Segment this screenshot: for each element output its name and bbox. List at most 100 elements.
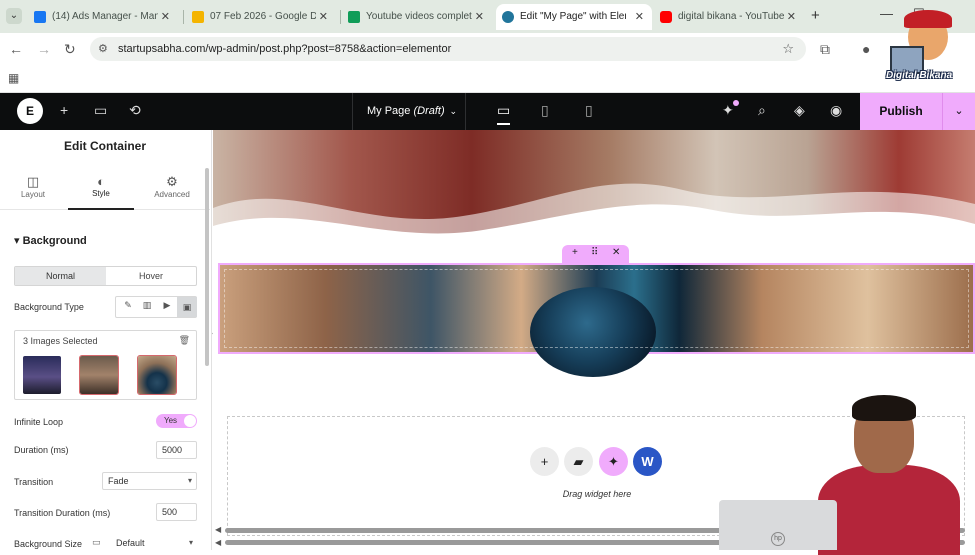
page-status: (Draft) (413, 105, 445, 117)
add-element-icon[interactable]: + (60, 102, 68, 118)
duration-label: Duration (ms) (14, 445, 69, 455)
address-bar-row: ← → ↻ ⚙ startupsabha.com/wp-admin/post.p… (0, 33, 975, 65)
url-field[interactable]: ⚙ startupsabha.com/wp-admin/post.php?pos… (90, 37, 806, 61)
chevron-down-icon: ▾ (188, 538, 193, 547)
close-tab-icon[interactable]: ✕ (787, 4, 796, 30)
new-tab-button[interactable]: + (811, 7, 820, 24)
close-tab-icon[interactable]: ✕ (319, 4, 328, 30)
responsive-desktop-icon[interactable]: ▭ (92, 537, 101, 548)
hero-background-image (213, 130, 975, 254)
wordpress-kit-icon[interactable]: W (633, 447, 662, 476)
tab-search-icon[interactable]: ⌄ (6, 8, 22, 24)
publish-options-chevron-icon[interactable]: ⌄ (942, 93, 975, 130)
browser-tab-youtube-sheet[interactable]: Youtube videos complete ✕ (342, 4, 492, 30)
page-settings-icon[interactable]: ▭ (94, 102, 107, 119)
transition-select[interactable]: Fade ▾ (102, 472, 197, 490)
mobile-view-icon[interactable]: ▯ (585, 102, 593, 119)
elementor-logo-icon[interactable]: E (17, 98, 43, 124)
delete-container-icon[interactable]: ✕ (612, 247, 620, 258)
gallery-count: 3 Images Selected (23, 336, 98, 346)
forward-icon[interactable]: → (37, 41, 51, 57)
notification-dot (733, 100, 739, 106)
history-icon[interactable]: ⟲ (129, 102, 141, 119)
background-section-toggle[interactable]: ▾ Background (14, 234, 87, 247)
close-tab-icon[interactable]: ✕ (475, 4, 484, 30)
toggle-knob (184, 415, 196, 427)
video-icon[interactable]: ▶ (157, 300, 177, 311)
browser-tab-google-drive[interactable]: 07 Feb 2026 - Google Dr ✕ (186, 4, 336, 30)
slideshow-gallery[interactable]: 3 Images Selected 🗑 (14, 330, 197, 400)
edit-container-panel: Edit Container ◫ Layout ◐ Style ⚙ Advanc… (0, 130, 212, 550)
chevron-down-icon: ▾ (187, 476, 192, 485)
logo-text: Digital Bikana (886, 70, 953, 81)
state-normal-button[interactable]: Normal (15, 267, 106, 285)
slideshow-icon[interactable]: ▣ (177, 297, 197, 317)
transition-duration-input[interactable]: 500 (156, 503, 197, 521)
browser-tab-bar: ⌄ (14) Ads Manager - Mana ✕ 07 Feb 2026 … (0, 0, 975, 33)
container-outline (224, 269, 969, 348)
add-section-button[interactable]: + (530, 447, 559, 476)
infinite-loop-toggle[interactable]: Yes (156, 414, 197, 428)
contrast-icon: ◐ (97, 174, 105, 189)
container-handle[interactable]: + ⠿ ✕ (562, 245, 629, 263)
browser-tab-elementor[interactable]: Edit "My Page" with Elem ✕ (496, 4, 652, 30)
notifications-icon[interactable]: ✦ (722, 102, 734, 119)
bookmark-star-icon[interactable]: ☆ (782, 41, 794, 57)
hp-logo-icon: hp (771, 532, 785, 546)
publish-button[interactable]: Publish (860, 93, 942, 130)
infinite-loop-label: Infinite Loop (14, 417, 64, 427)
ai-sparkle-icon[interactable]: ✦ (599, 447, 628, 476)
brush-icon[interactable]: ✎ (118, 300, 138, 311)
drag-handle-icon[interactable]: ⠿ (591, 247, 598, 258)
wordpress-icon (502, 11, 514, 23)
gradient-icon[interactable]: ▥ (137, 300, 157, 311)
background-state-switch: Normal Hover (14, 266, 197, 286)
page-name: My Page (367, 105, 411, 117)
background-size-select[interactable]: Default ▾ (111, 535, 197, 550)
state-hover-button[interactable]: Hover (106, 267, 196, 285)
tab-layout[interactable]: ◫ Layout (0, 168, 66, 210)
preview-eye-icon[interactable]: ◉ (830, 102, 842, 119)
site-info-icon[interactable]: ⚙ (98, 42, 108, 55)
desktop-view-icon[interactable]: ▭ (497, 102, 511, 125)
structure-layers-icon[interactable]: ◈ (794, 102, 805, 119)
tab-divider (183, 10, 184, 24)
elementor-top-bar: E + ▭ ⟲ My Page (Draft) ⌄ ▭ ▯ ▯ ✦ ⌕ ◈ ◉ … (0, 93, 975, 130)
close-tab-icon[interactable]: ✕ (161, 4, 170, 30)
logo-turban (904, 10, 952, 28)
presenter-hair (852, 395, 916, 421)
tablet-view-icon[interactable]: ▯ (541, 102, 549, 119)
panel-title: Edit Container (63, 139, 146, 153)
apps-grid-icon[interactable]: ▦ (8, 71, 19, 85)
add-template-folder-icon[interactable]: ▰ (564, 447, 593, 476)
tab-style[interactable]: ◐ Style (68, 168, 134, 210)
gallery-thumbnail[interactable] (137, 355, 177, 395)
background-type-selector: ✎ ▥ ▶ ▣ (115, 296, 197, 318)
presenter-shirt (818, 465, 960, 555)
tab-advanced[interactable]: ⚙ Advanced (139, 168, 205, 210)
meta-icon (34, 11, 46, 23)
background-type-label: Background Type (14, 302, 84, 312)
trash-icon[interactable]: 🗑 (179, 335, 190, 346)
selected-container-slideshow[interactable] (218, 263, 975, 377)
profile-avatar-icon[interactable]: ● (862, 41, 870, 57)
chevron-down-icon: ⌄ (449, 106, 457, 116)
browser-tab-ads-manager[interactable]: (14) Ads Manager - Mana ✕ (28, 4, 178, 30)
reload-icon[interactable]: ↻ (64, 41, 76, 58)
duration-input[interactable]: 5000 (156, 441, 197, 459)
scroll-left-icon[interactable]: ◀ (215, 525, 221, 534)
gallery-thumbnail[interactable] (79, 355, 119, 395)
close-tab-icon[interactable]: ✕ (635, 4, 644, 30)
background-size-label: Background Size (14, 539, 83, 549)
gallery-thumbnail[interactable] (23, 356, 61, 394)
extensions-icon[interactable]: ⧉ (820, 41, 830, 58)
browser-tab-youtube[interactable]: digital bikana - YouTube ✕ (654, 4, 804, 30)
page-name-dropdown[interactable]: My Page (Draft) ⌄ (352, 93, 466, 130)
channel-logo: Digital Bikana (884, 10, 970, 86)
panel-scrollbar[interactable] (205, 168, 209, 366)
gear-icon: ⚙ (166, 174, 178, 189)
search-icon[interactable]: ⌕ (758, 102, 766, 119)
back-icon[interactable]: ← (9, 41, 23, 57)
scroll-left-icon[interactable]: ◀ (215, 538, 221, 547)
add-container-icon[interactable]: + (572, 247, 578, 258)
